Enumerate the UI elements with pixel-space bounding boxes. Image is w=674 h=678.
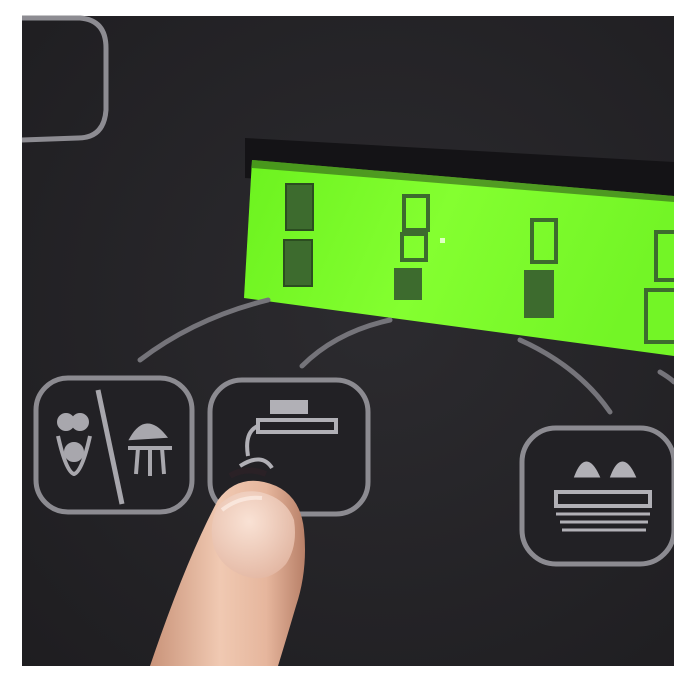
heated-seat-button[interactable] — [519, 425, 674, 567]
control-panel-photo — [0, 0, 674, 678]
massage-toggle-button[interactable] — [33, 375, 195, 515]
